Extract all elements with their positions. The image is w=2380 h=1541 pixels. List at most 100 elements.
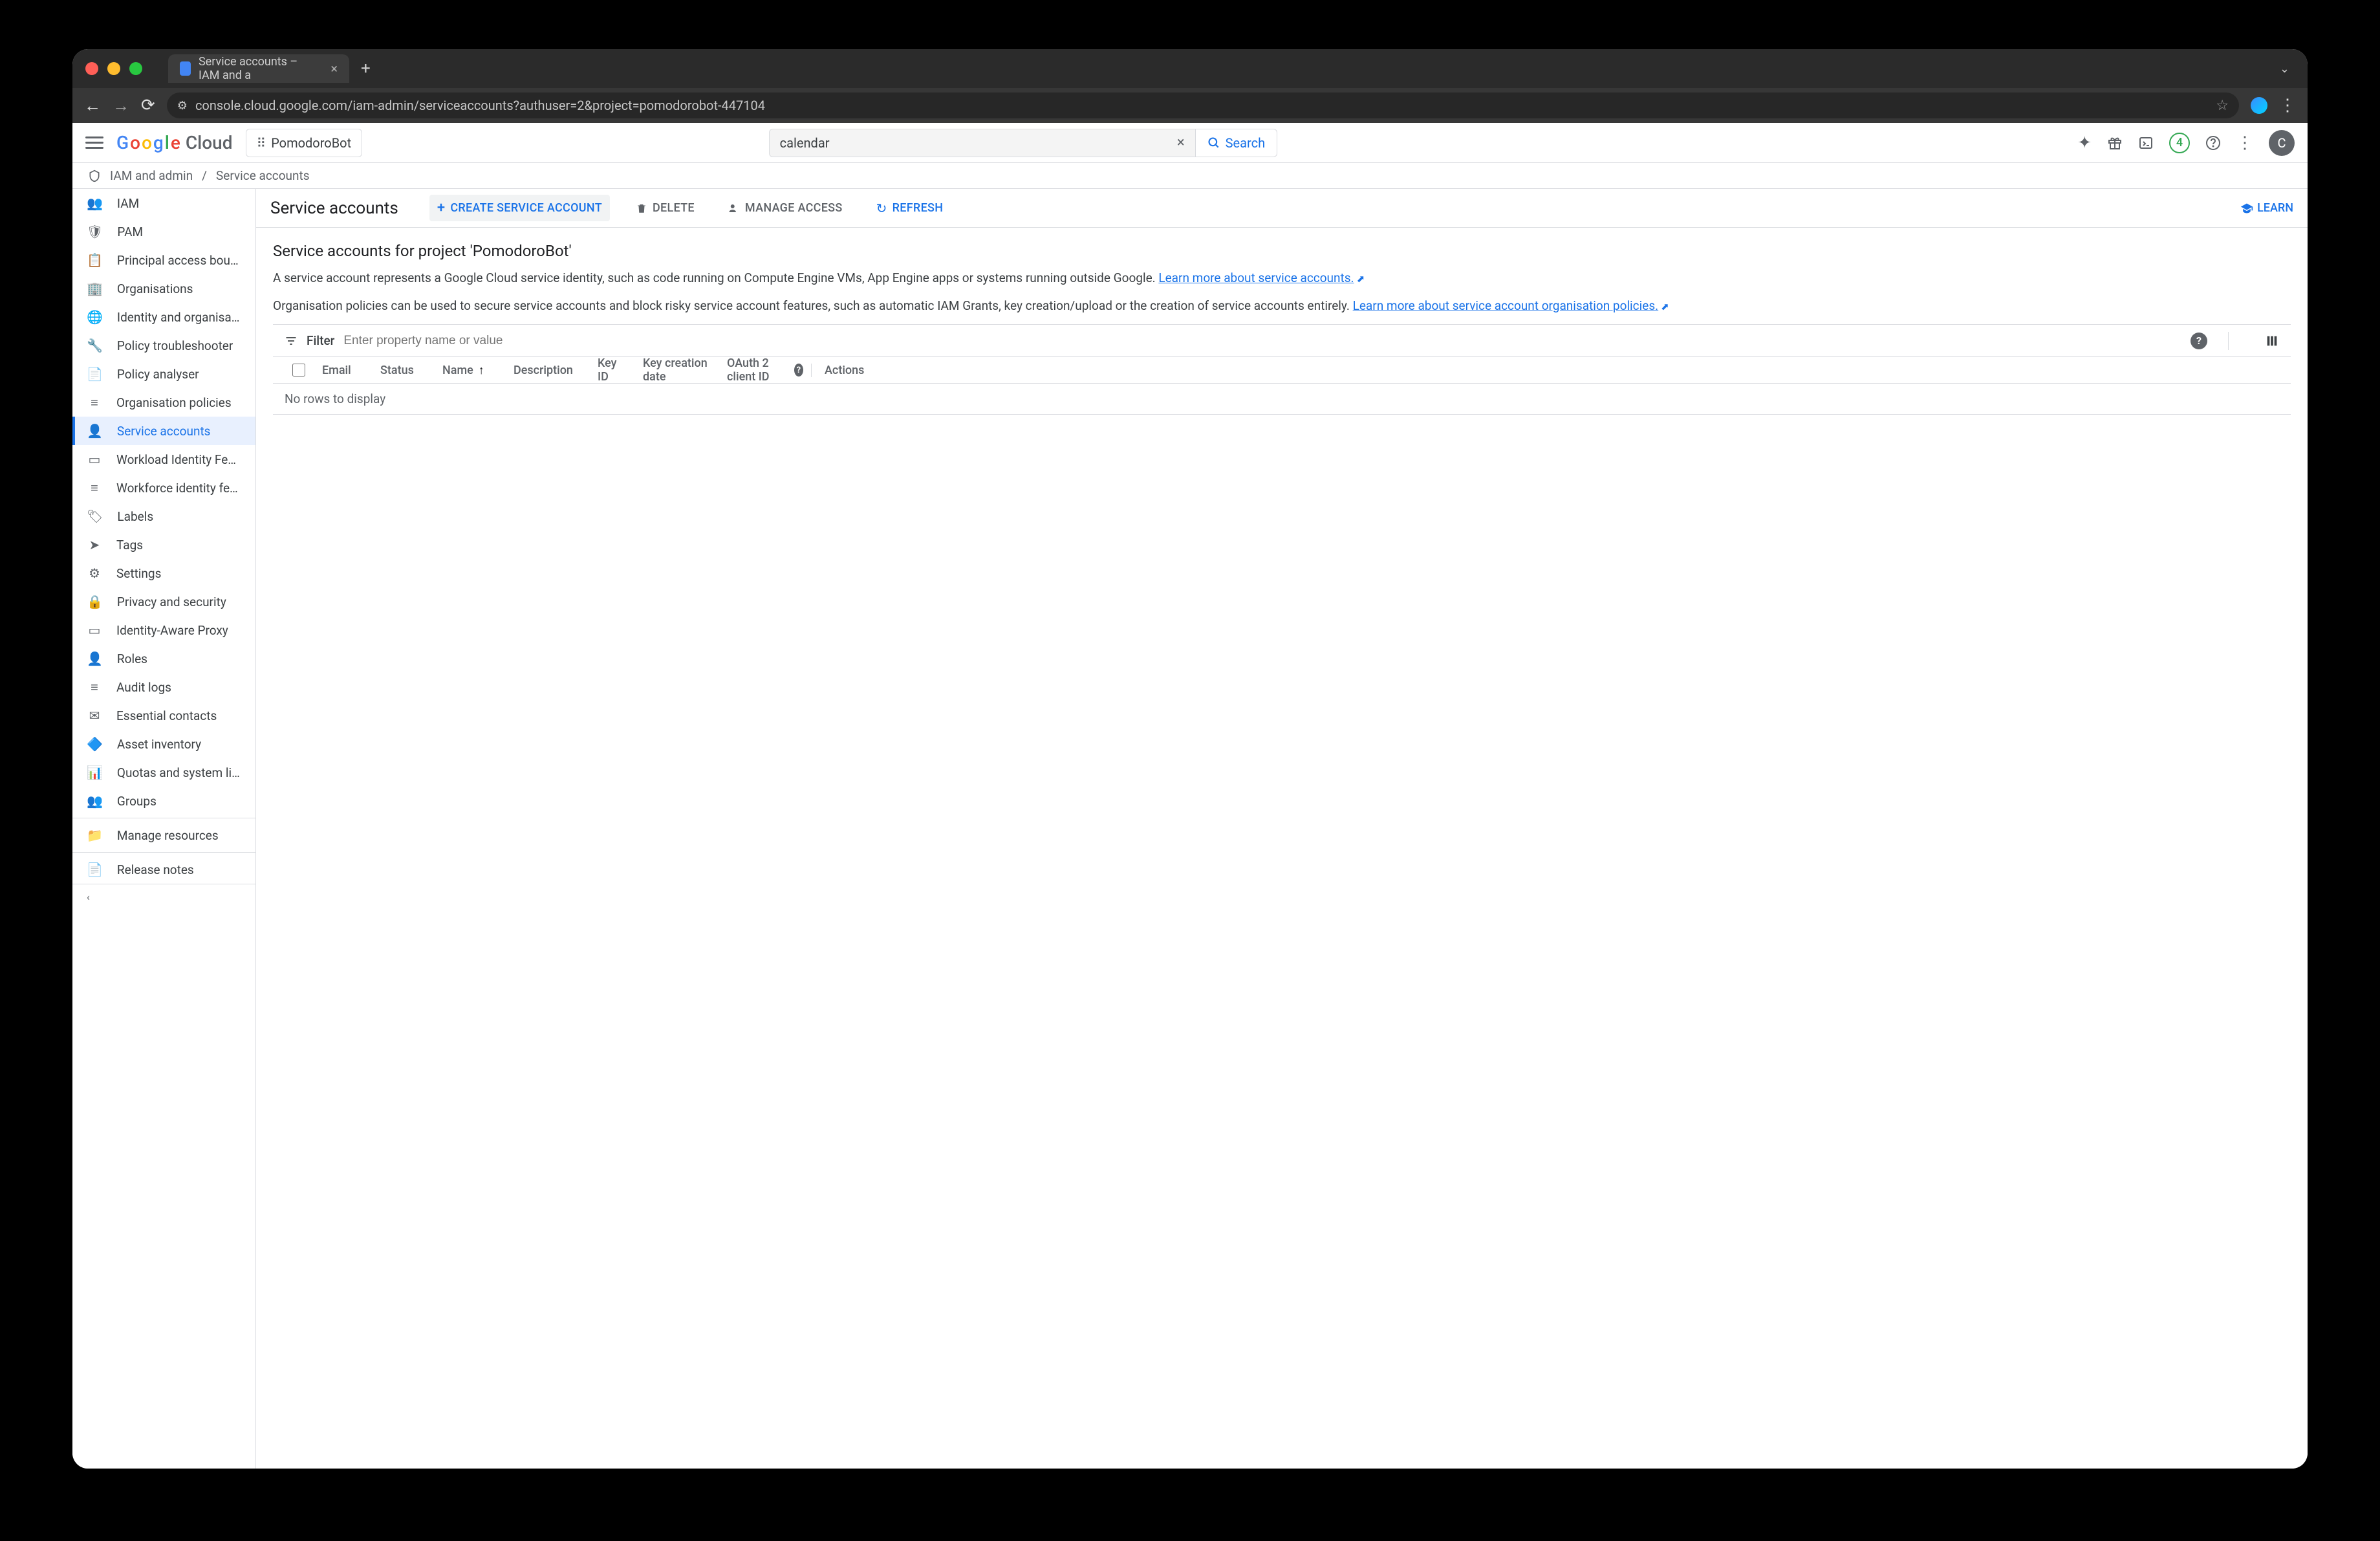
gift-icon[interactable] (2107, 135, 2123, 151)
col-key-creation-date[interactable]: Key creation date (635, 356, 719, 384)
sidebar-item-manage-resources[interactable]: 📁Manage resources (72, 821, 255, 849)
sidebar-item-pam[interactable]: 🛡PAM (72, 217, 255, 246)
sidebar-item-icon: 👤 (87, 423, 103, 439)
sidebar-item-icon: ≡ (87, 395, 102, 411)
sidebar-item-quotas-and-system-limi[interactable]: 📊Quotas and system limi... (72, 758, 255, 787)
breadcrumb-section[interactable]: IAM and admin (110, 168, 193, 183)
create-service-account-button[interactable]: + CREATE SERVICE ACCOUNT (429, 195, 610, 221)
filter-icon (285, 334, 298, 347)
sidebar-item-labels[interactable]: 🏷Labels (72, 502, 255, 530)
sidebar-item-icon: 📁 (87, 827, 103, 843)
external-link-icon: ⬈ (1661, 301, 1669, 312)
maximize-window-icon[interactable] (129, 62, 142, 75)
help-icon[interactable] (2205, 135, 2221, 151)
oauth-help-icon[interactable]: ? (794, 364, 803, 377)
col-status[interactable]: Status (373, 364, 435, 377)
plus-icon: + (437, 200, 446, 216)
back-icon[interactable]: ← (84, 96, 101, 116)
sidebar-item-release-notes[interactable]: 📄Release notes (72, 855, 255, 884)
learn-more-service-accounts-link[interactable]: Learn more about service accounts. (1158, 270, 1354, 285)
col-email[interactable]: Email (314, 364, 373, 377)
select-all-checkbox[interactable] (292, 364, 305, 377)
col-description[interactable]: Description (506, 364, 590, 377)
sidebar-item-roles[interactable]: 👤Roles (72, 644, 255, 673)
sidebar-item-icon: ≡ (87, 480, 102, 496)
bookmark-icon[interactable]: ☆ (2216, 98, 2229, 114)
sidebar-item-identity-aware-proxy[interactable]: ▭Identity-Aware Proxy (72, 616, 255, 644)
sidebar-item-identity-and-organisation[interactable]: 🌐Identity and organisation (72, 303, 255, 331)
sidebar-item-label: Quotas and system limi... (117, 765, 241, 780)
project-selector[interactable]: ⠿ PomodoroBot (246, 129, 363, 157)
minimize-window-icon[interactable] (107, 62, 120, 75)
forward-icon[interactable]: → (113, 96, 129, 116)
project-name: PomodoroBot (271, 135, 351, 151)
manage-access-button[interactable]: MANAGE ACCESS (720, 196, 850, 220)
sidebar-item-tags[interactable]: ➤Tags (72, 530, 255, 559)
sidebar-item-label: Principal access bound... (117, 253, 241, 268)
browser-tab[interactable]: Service accounts – IAM and a × (168, 54, 349, 83)
address-bar[interactable]: ⚙ console.cloud.google.com/iam-admin/ser… (167, 93, 2239, 118)
sidebar-item-settings[interactable]: ⚙Settings (72, 559, 255, 587)
site-info-icon[interactable]: ⚙ (177, 99, 188, 113)
learn-more-org-policies-link[interactable]: Learn more about service account organis… (1353, 298, 1659, 313)
filter-help-icon[interactable]: ? (2191, 333, 2207, 349)
sidebar-item-icon: 📄 (87, 366, 103, 382)
sidebar-item-service-accounts[interactable]: 👤Service accounts (72, 417, 255, 445)
tab-close-icon[interactable]: × (330, 61, 338, 76)
trash-icon (636, 202, 647, 214)
extension-icon[interactable] (2251, 97, 2267, 114)
sidebar-item-asset-inventory[interactable]: 🔷Asset inventory (72, 730, 255, 758)
window-controls[interactable] (85, 62, 142, 75)
column-settings-icon[interactable] (2265, 334, 2279, 348)
sidebar-item-groups[interactable]: 👥Groups (72, 787, 255, 815)
sidebar-item-organisation-policies[interactable]: ≡Organisation policies (72, 388, 255, 417)
sidebar-item-icon: 🔷 (87, 736, 103, 752)
app-header: Google Cloud ⠿ PomodoroBot calendar × Se… (72, 123, 2308, 163)
shield-icon (88, 169, 101, 182)
more-menu-icon[interactable]: ⋮ (2236, 133, 2253, 153)
sidebar-item-icon: 📋 (87, 252, 103, 268)
account-avatar[interactable]: C (2269, 130, 2295, 156)
google-cloud-logo[interactable]: Google Cloud (116, 132, 233, 153)
col-oauth-client-id[interactable]: OAuth 2 client ID? (719, 356, 811, 384)
sidebar-item-icon: 🏢 (87, 281, 103, 296)
cloud-shell-icon[interactable] (2138, 135, 2154, 151)
sidebar-item-principal-access-bound[interactable]: 📋 Principal access bound... (72, 246, 255, 274)
nav-menu-icon[interactable] (85, 134, 103, 152)
sidebar-item-essential-contacts[interactable]: ✉Essential contacts (72, 701, 255, 730)
delete-button[interactable]: DELETE (628, 196, 702, 220)
search-input[interactable]: calendar × (769, 129, 1196, 157)
clear-search-icon[interactable]: × (1177, 135, 1185, 151)
reload-icon[interactable]: ⟳ (141, 96, 155, 115)
search-button[interactable]: Search (1196, 129, 1277, 157)
col-key-id[interactable]: Key ID (590, 356, 635, 384)
breadcrumb: IAM and admin / Service accounts (72, 163, 2308, 189)
col-name[interactable]: Name↑ (435, 364, 506, 377)
sidebar-item-workforce-identity-fede[interactable]: ≡ Workforce identity fede... (72, 474, 255, 502)
app: Google Cloud ⠿ PomodoroBot calendar × Se… (72, 123, 2308, 1469)
collapse-sidebar-button[interactable]: ‹ (72, 884, 255, 910)
filter-input[interactable] (343, 334, 602, 348)
sidebar-item-icon: 👤 (87, 651, 103, 666)
tabs-menu-icon[interactable]: ⌄ (2280, 62, 2289, 76)
learn-button[interactable]: LEARN (2240, 201, 2293, 215)
project-icon: ⠿ (257, 135, 265, 151)
refresh-button[interactable]: ↻ REFRESH (869, 195, 951, 221)
browser-window: Service accounts – IAM and a × + ⌄ ← → ⟳… (72, 49, 2308, 1469)
sidebar-item-label: PAM (117, 224, 143, 239)
page-toolbar: Service accounts + CREATE SERVICE ACCOUN… (256, 189, 2308, 228)
gemini-icon[interactable]: ✦ (2077, 133, 2092, 153)
sidebar-item-workload-identity-fede[interactable]: ▭Workload Identity Fede... (72, 445, 255, 474)
new-tab-button[interactable]: + (361, 59, 371, 78)
sidebar-item-policy-troubleshooter[interactable]: 🔧Policy troubleshooter (72, 331, 255, 360)
sidebar-item-organisations[interactable]: 🏢Organisations (72, 274, 255, 303)
sidebar-item-iam[interactable]: 👥IAM (72, 189, 255, 217)
sidebar-item-policy-analyser[interactable]: 📄Policy analyser (72, 360, 255, 388)
sidebar-item-privacy-and-security[interactable]: 🔒Privacy and security (72, 587, 255, 616)
notifications-badge[interactable]: 4 (2169, 133, 2190, 153)
close-window-icon[interactable] (85, 62, 98, 75)
browser-menu-icon[interactable]: ⋮ (2279, 96, 2296, 115)
sidebar-item-label: Workforce identity fede... (116, 481, 241, 496)
sidebar-item-audit-logs[interactable]: ≡Audit logs (72, 673, 255, 701)
sort-ascending-icon: ↑ (479, 364, 484, 377)
